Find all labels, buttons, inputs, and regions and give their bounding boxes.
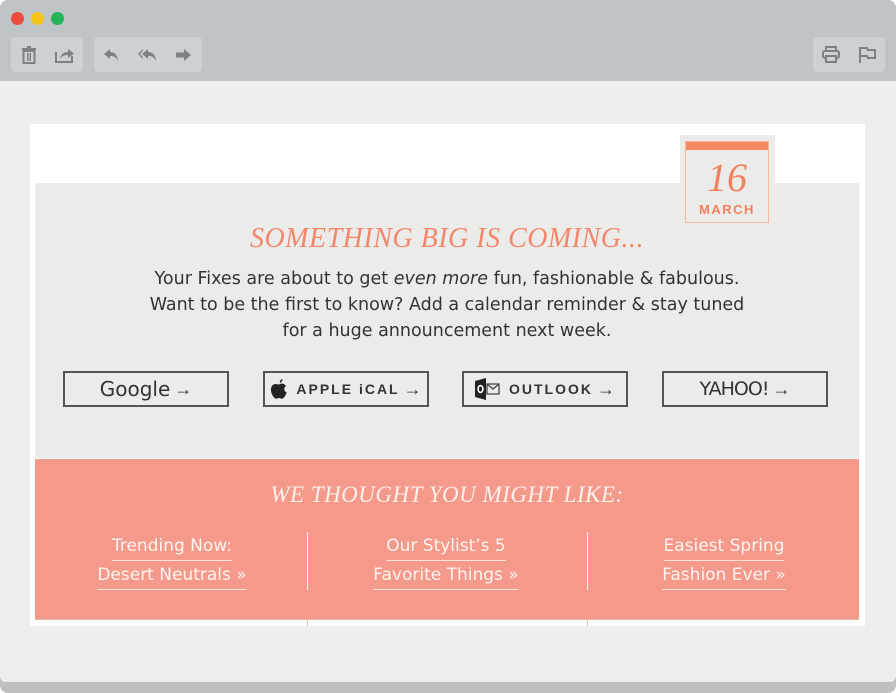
- move-button[interactable]: [47, 37, 83, 72]
- toolbar-group-manage: [11, 37, 83, 72]
- arrow-right-icon: →: [772, 378, 791, 399]
- reply-all-button[interactable]: [130, 37, 166, 72]
- close-window-button[interactable]: [11, 12, 24, 25]
- add-to-google-calendar-button[interactable]: Google →: [63, 371, 229, 407]
- add-to-yahoo-calendar-button[interactable]: YAHOO! →: [662, 371, 828, 407]
- recommendation-link-line2[interactable]: Favorite Things »: [373, 561, 519, 590]
- mail-window: SOMETHING BIG IS COMING... Your Fixes ar…: [0, 0, 896, 693]
- calendar-header-bar: [686, 142, 768, 150]
- arrow-right-icon: →: [597, 378, 615, 399]
- recommendation-item: Our Stylist’s 5 Favorite Things »: [309, 532, 583, 590]
- trash-icon: [22, 45, 36, 64]
- toolbar-group-respond: [94, 37, 202, 72]
- minimize-window-button[interactable]: [31, 12, 44, 25]
- arrow-right-icon: →: [174, 378, 193, 399]
- reply-icon: [104, 48, 118, 61]
- headline: SOMETHING BIG IS COMING...: [249, 223, 645, 254]
- move-to-icon: [55, 48, 74, 63]
- email-body: SOMETHING BIG IS COMING... Your Fixes ar…: [30, 124, 865, 626]
- recommendation-link-line1[interactable]: Easiest Spring: [663, 532, 785, 561]
- footer-divider: [587, 619, 588, 626]
- message-pane: SOMETHING BIG IS COMING... Your Fixes ar…: [0, 81, 896, 682]
- zoom-window-button[interactable]: [51, 12, 64, 25]
- recommendation-item: Trending Now: Desert Neutrals »: [35, 532, 309, 590]
- add-to-apple-ical-button[interactable]: APPLE iCAL →: [263, 371, 429, 407]
- recommendation-link-line2[interactable]: Fashion Ever »: [662, 561, 786, 590]
- outlook-label: OUTLOOK: [509, 381, 593, 397]
- recommendation-link-line2[interactable]: Desert Neutrals »: [97, 561, 247, 590]
- flag-icon: [859, 46, 876, 63]
- recommendation-link-line1[interactable]: Our Stylist’s 5: [386, 532, 506, 561]
- outlook-icon: [475, 378, 500, 400]
- announcement-text: Your Fixes are about to get even more fu…: [149, 269, 745, 341]
- flag-button[interactable]: [849, 37, 885, 72]
- recommendations-title: WE THOUGHT YOU MIGHT LIKE:: [270, 482, 624, 507]
- printer-icon: [822, 46, 840, 63]
- yahoo-wordmark: YAHOO!: [699, 378, 770, 400]
- forward-icon: [176, 48, 191, 61]
- reply-button[interactable]: [94, 37, 130, 72]
- toolbar-group-misc: [813, 37, 885, 72]
- google-wordmark: Google: [99, 377, 171, 401]
- toolbar: [0, 0, 896, 81]
- calendar-date-badge: 16 MARCH: [680, 135, 775, 225]
- forward-button[interactable]: [166, 37, 202, 72]
- recommendation-link-line1[interactable]: Trending Now:: [111, 532, 233, 561]
- arrow-right-icon: →: [403, 378, 422, 399]
- apple-ical-label: APPLE iCAL: [296, 381, 400, 397]
- calendar-page: 16 MARCH: [685, 141, 769, 223]
- add-to-outlook-button[interactable]: OUTLOOK →: [462, 371, 628, 407]
- calendar-day: 16: [707, 155, 747, 200]
- print-button[interactable]: [813, 37, 849, 72]
- reply-all-icon: [138, 48, 156, 61]
- calendar-month: MARCH: [699, 202, 755, 217]
- recommendations-section: WE THOUGHT YOU MIGHT LIKE: Trending Now:…: [35, 459, 859, 620]
- footer-divider: [307, 619, 308, 626]
- apple-icon: [271, 378, 287, 399]
- column-divider: [307, 532, 308, 590]
- recommendation-item: Easiest Spring Fashion Ever »: [587, 532, 861, 590]
- delete-button[interactable]: [11, 37, 47, 72]
